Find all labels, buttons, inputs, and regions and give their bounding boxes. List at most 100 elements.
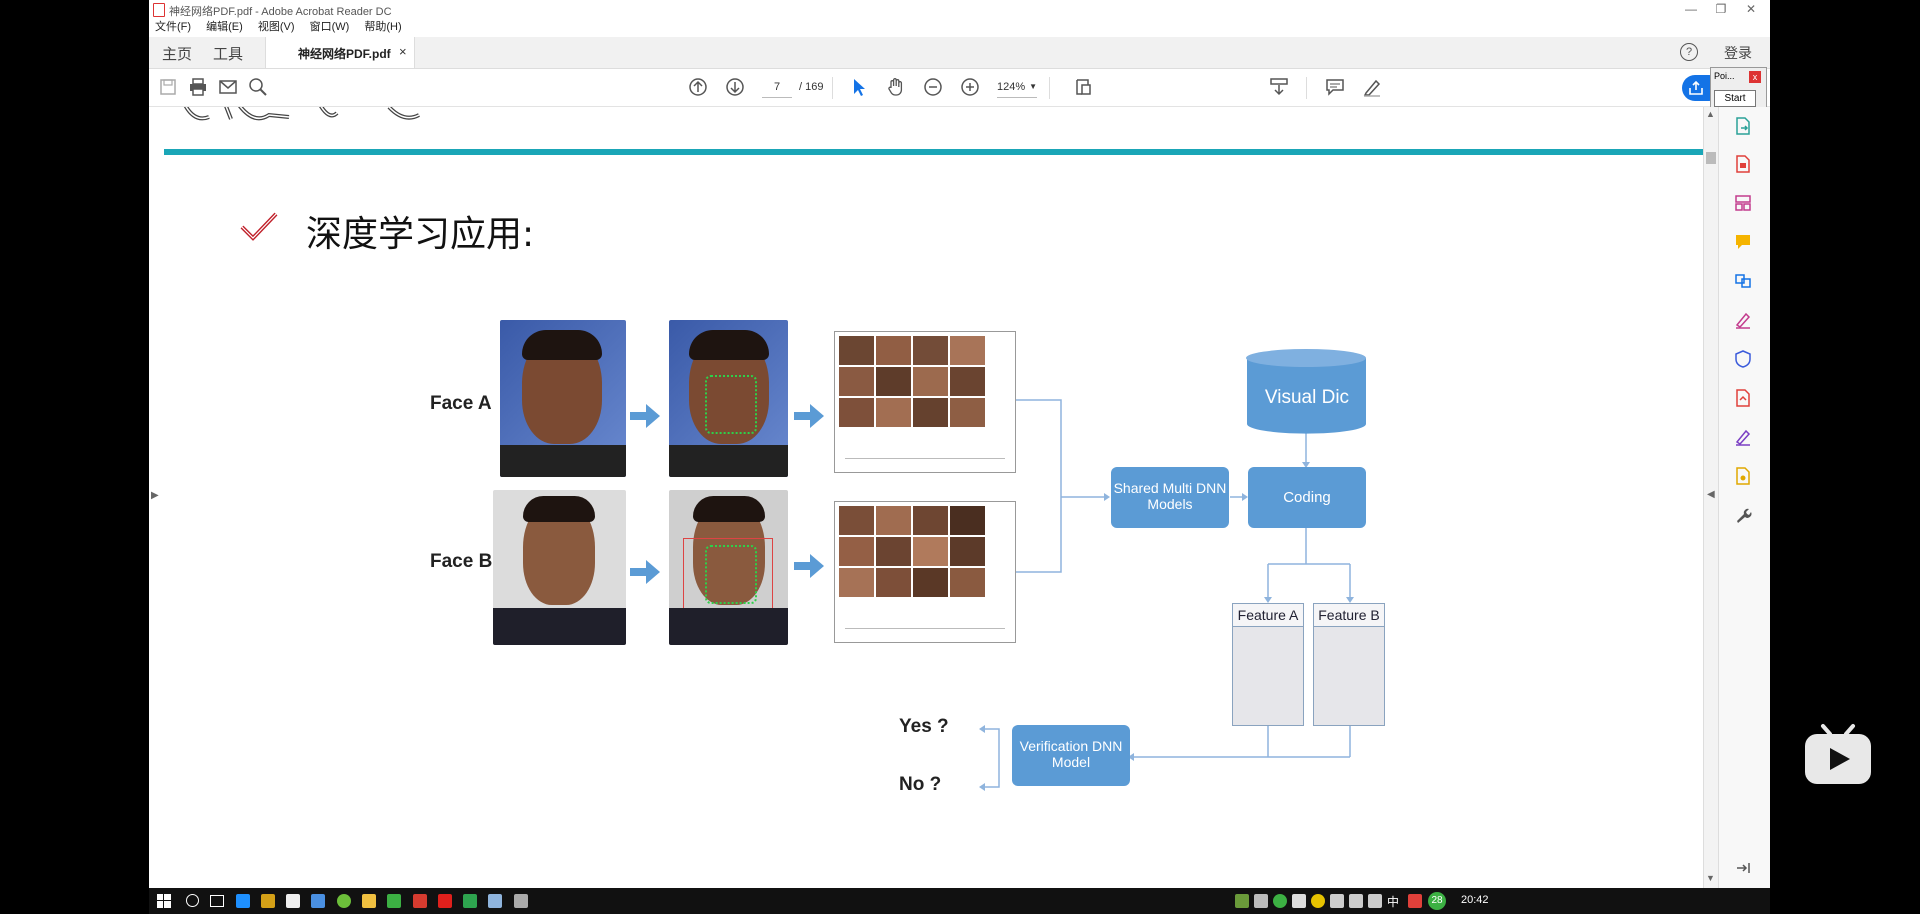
select-tool-icon[interactable] xyxy=(849,77,869,97)
zoom-out-icon[interactable] xyxy=(923,77,943,97)
hand-tool-icon[interactable] xyxy=(886,77,906,97)
task-view-icon[interactable] xyxy=(210,895,224,907)
menu-view[interactable]: 视图(V) xyxy=(258,18,295,37)
plugin-popup: Poi... x Start xyxy=(1710,67,1767,110)
scroll-down-icon[interactable]: ▼ xyxy=(1706,873,1715,883)
tray-nvidia-icon[interactable] xyxy=(1235,894,1249,908)
save-icon[interactable] xyxy=(158,77,178,97)
tools-pane xyxy=(1718,107,1770,888)
export-pdf-icon[interactable] xyxy=(1734,117,1752,135)
windows-taskbar: 中 28 20:42 xyxy=(149,888,1770,914)
main-toolbar: 7 / 169 124% ▼ xyxy=(149,69,1770,107)
close-window-icon[interactable]: ✕ xyxy=(1736,0,1766,18)
more-tools-wrench-icon[interactable] xyxy=(1734,506,1752,524)
verification-dnn-box: Verification DNN Model xyxy=(1012,725,1130,786)
search-icon[interactable] xyxy=(248,77,268,97)
tab-home[interactable]: 主页 xyxy=(162,43,192,64)
zoom-level-value: 124% xyxy=(997,81,1026,93)
menu-edit[interactable]: 编辑(E) xyxy=(206,18,243,37)
windows-start-icon[interactable] xyxy=(157,894,171,908)
feature-a-box: Feature A xyxy=(1232,603,1304,726)
menu-file[interactable]: 文件(F) xyxy=(155,18,191,37)
cortana-search-icon[interactable] xyxy=(186,894,199,907)
edge-browser-icon[interactable] xyxy=(236,894,250,908)
right-panel-toggle-icon[interactable]: ◀ xyxy=(1707,489,1715,500)
scroll-thumb[interactable] xyxy=(1706,152,1716,164)
volume-icon[interactable] xyxy=(1368,894,1382,908)
document-page[interactable]: 深度学习应用: Face A Face B Visual Dic Shared … xyxy=(149,107,1703,888)
highlight-pen-icon[interactable] xyxy=(1362,77,1382,97)
protect-shield-icon[interactable] xyxy=(1734,350,1752,368)
window-title: 神经网络PDF.pdf - Adobe Acrobat Reader DC xyxy=(169,6,392,18)
menu-window[interactable]: 窗口(W) xyxy=(310,18,350,37)
store-icon[interactable] xyxy=(261,894,275,908)
bilibili-play-icon[interactable] xyxy=(1803,722,1873,786)
scroll-mode-icon[interactable] xyxy=(1269,77,1289,97)
chevron-down-icon: ▼ xyxy=(1029,82,1037,91)
minimize-icon[interactable]: — xyxy=(1676,0,1706,18)
fit-page-icon[interactable] xyxy=(1074,77,1094,97)
ime-indicator[interactable]: 中 xyxy=(1387,893,1399,910)
title-bar: 神经网络PDF.pdf - Adobe Acrobat Reader DC — … xyxy=(149,0,1770,18)
tab-tools[interactable]: 工具 xyxy=(213,43,243,64)
close-tab-icon[interactable]: × xyxy=(399,44,407,59)
page-number-input[interactable]: 7 xyxy=(762,77,792,98)
print-icon[interactable] xyxy=(188,77,208,97)
next-page-icon[interactable] xyxy=(725,77,745,97)
comment-tool-icon[interactable] xyxy=(1734,233,1752,251)
combine-files-icon[interactable] xyxy=(1734,272,1752,290)
tab-document[interactable]: 神经网络PDF.pdf × xyxy=(265,37,415,68)
tray-shield-icon[interactable] xyxy=(1292,894,1306,908)
toolbar-divider xyxy=(1049,77,1050,99)
send-pdf-icon[interactable] xyxy=(1734,389,1752,407)
organize-pages-icon[interactable] xyxy=(1734,194,1752,212)
popup-start-button[interactable]: Start xyxy=(1714,90,1756,107)
file-explorer-icon[interactable] xyxy=(362,894,376,908)
zoom-in-icon[interactable] xyxy=(960,77,980,97)
scroll-up-icon[interactable]: ▲ xyxy=(1706,109,1715,119)
no-label: No ? xyxy=(899,774,942,795)
signature-pen-icon[interactable] xyxy=(1734,428,1752,446)
app-green-icon[interactable] xyxy=(387,894,401,908)
tray-yellow-icon[interactable] xyxy=(1311,894,1325,908)
tray-app-icon[interactable] xyxy=(1254,894,1268,908)
app-window-icon[interactable] xyxy=(488,894,502,908)
collapse-pane-icon[interactable] xyxy=(1734,859,1752,877)
acrobat-window: 神经网络PDF.pdf - Adobe Acrobat Reader DC — … xyxy=(149,0,1770,888)
acrobat-taskbar-icon[interactable] xyxy=(438,894,452,908)
notification-badge[interactable]: 28 xyxy=(1428,892,1446,910)
wechat-icon[interactable] xyxy=(337,894,351,908)
left-panel-toggle-icon[interactable]: ▶ xyxy=(151,490,159,501)
previous-page-icon[interactable] xyxy=(688,77,708,97)
coding-box: Coding xyxy=(1248,467,1366,528)
feature-b-label: Feature B xyxy=(1314,604,1384,627)
help-icon[interactable]: ? xyxy=(1680,43,1698,61)
restore-icon[interactable]: ❐ xyxy=(1706,0,1736,18)
popup-close-button[interactable]: x xyxy=(1749,71,1761,83)
tab-bar: 主页 工具 神经网络PDF.pdf × ? 登录 xyxy=(149,37,1770,69)
comment-icon[interactable] xyxy=(1325,77,1345,97)
vertical-scrollbar[interactable]: ▲ ◀ ▼ xyxy=(1703,107,1718,888)
create-pdf-icon[interactable] xyxy=(1734,155,1752,173)
tray-bluetooth-icon[interactable] xyxy=(1330,894,1344,908)
zoom-level-select[interactable]: 124% ▼ xyxy=(997,77,1037,98)
menu-help[interactable]: 帮助(H) xyxy=(364,18,401,37)
email-icon[interactable] xyxy=(218,77,238,97)
app-gray-icon[interactable] xyxy=(514,894,528,908)
mail-icon[interactable] xyxy=(286,894,300,908)
tray-sogou-icon[interactable] xyxy=(1408,894,1422,908)
app-download-icon[interactable] xyxy=(463,894,477,908)
share-icon xyxy=(1689,80,1703,95)
fill-sign-icon[interactable] xyxy=(1734,311,1752,329)
visual-dic-label: Visual Dic xyxy=(1264,387,1350,408)
app-red-icon[interactable] xyxy=(413,894,427,908)
app-blue-icon[interactable] xyxy=(311,894,325,908)
pdf-app-icon xyxy=(153,3,165,17)
face-b-patch-grid xyxy=(834,501,1016,643)
certificate-file-icon[interactable] xyxy=(1734,467,1752,485)
taskbar-clock[interactable]: 20:42 xyxy=(1461,894,1489,906)
tray-wechat-icon[interactable] xyxy=(1273,894,1287,908)
login-button[interactable]: 登录 xyxy=(1724,43,1752,63)
network-icon[interactable] xyxy=(1349,894,1363,908)
yes-label: Yes ? xyxy=(899,716,949,737)
